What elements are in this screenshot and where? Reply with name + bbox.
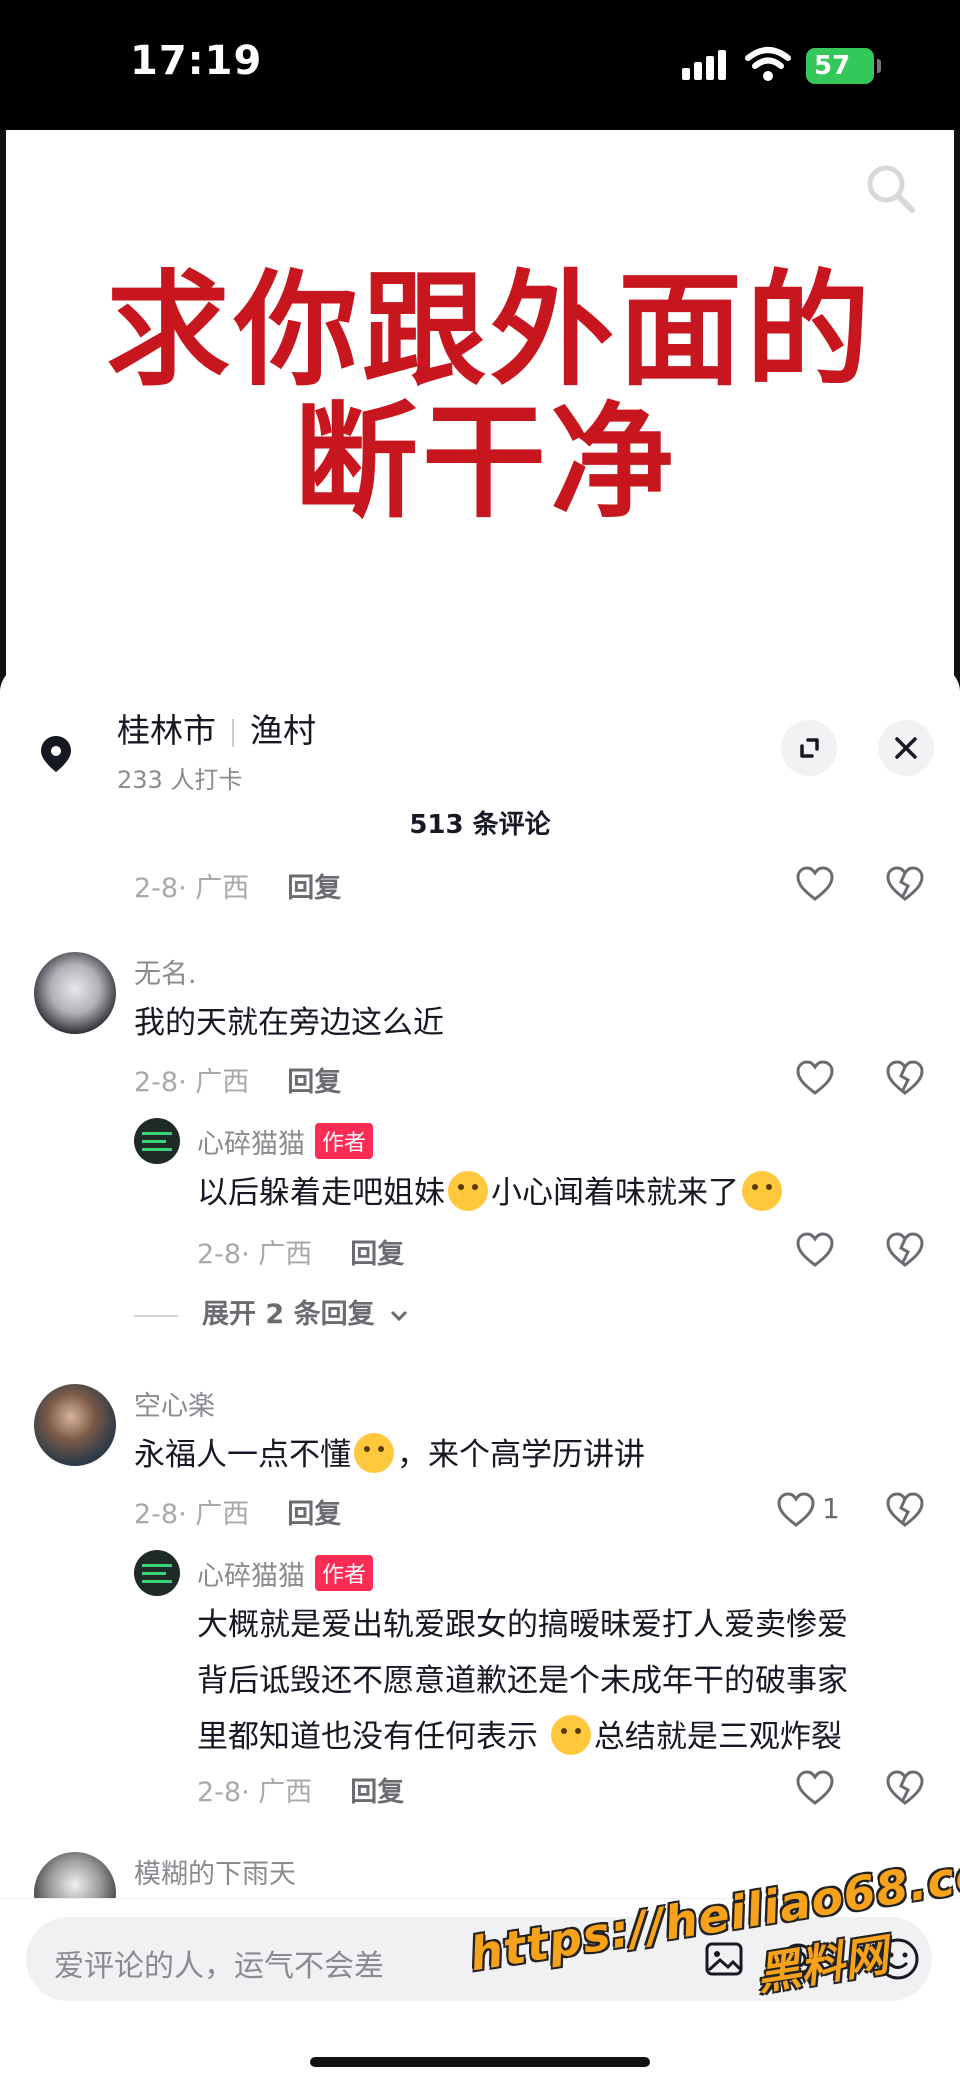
reply-button[interactable]: 回复 [350,1777,404,1808]
location-name[interactable]: 桂林市 渔村 [117,704,316,752]
avatar-pattern [142,1572,166,1575]
expand-replies-button[interactable]: 展开 2 条回复 [134,1292,410,1331]
cellular-signal-icon [682,50,732,80]
comment-region: · 广西 [178,873,250,904]
broken-heart-icon[interactable] [885,1060,925,1096]
video-headline: 求你跟外面的 断干净 [6,265,960,529]
heart-icon[interactable] [795,1060,835,1096]
reply-text-part: 总结就是三观炸裂 [593,1719,842,1755]
sick-face-emoji-icon [742,1171,782,1211]
comment-username[interactable]: 空心楽 [134,1384,215,1423]
comment-meta: 2-8· 广西 回复 [134,866,341,905]
reply-text-line-1: 大概就是爱出轨爱跟女的搞暧昧爱打人爱卖惨爱 [197,1607,848,1643]
reply-username-row: 心碎猫猫 作者 [197,1554,374,1593]
reply-region: · 广西 [241,1777,313,1808]
comment-text: 我的天就在旁边这么近 [134,1005,444,1041]
avatar[interactable] [134,1118,180,1164]
comment-input-placeholder: 爱评论的人，运气不会差 [54,1949,384,1984]
location-pin-icon [41,736,71,772]
reply-button[interactable]: 回复 [350,1239,404,1270]
status-bar: 17:19 57 [0,0,960,130]
home-indicator [310,2057,650,2067]
expand-button[interactable] [781,720,837,776]
video-preview[interactable]: 求你跟外面的 断干净 [0,130,960,690]
reply-region: · 广西 [241,1239,313,1270]
reply-username[interactable]: 心碎猫猫 [197,1561,305,1592]
author-badge: 作者 [315,1555,374,1591]
broken-heart-icon[interactable] [885,1770,925,1806]
heart-icon[interactable] [795,866,835,902]
battery-indicator: 57 [806,48,881,84]
reply-date: 2-8 [197,1239,242,1270]
reply-button[interactable]: 回复 [287,1499,341,1530]
heart-icon[interactable] [776,1492,816,1528]
avatar-pattern [142,1140,166,1143]
avatar-pattern [142,1148,172,1151]
comment-region: · 广西 [178,1067,250,1098]
location-city: 桂林市 [117,711,216,750]
comment-text: 永福人一点不懂 ，来个高学历讲讲 [134,1430,645,1480]
comment-text-part: 永福人一点不懂 [134,1437,351,1473]
comment-username[interactable]: 模糊的下雨天 [134,1852,296,1891]
comment-date: 2-8 [134,1067,179,1098]
reply-text-line-3: 里都知道也没有任何表示 总结就是三观炸裂 [197,1712,842,1762]
headline-line-2: 断干净 [293,391,678,535]
like-count: 1 [822,1492,840,1525]
expand-icon [800,738,819,758]
expand-divider [134,1314,178,1317]
location-row[interactable]: 桂林市 渔村 233 人打卡 [0,694,960,794]
comment-username[interactable]: 无名. [134,952,197,991]
battery-level: 57 [814,51,851,81]
reply-button[interactable]: 回复 [287,873,341,904]
search-icon[interactable] [862,160,918,216]
heart-icon[interactable] [795,1770,835,1806]
avatar[interactable] [34,952,116,1034]
location-place: 渔村 [250,711,316,750]
comment-panel: 桂林市 渔村 233 人打卡 513 条评论 2-8· 广西 回复 无名. 我的天就… [0,666,960,2081]
comment-meta: 2-8· 广西 回复 [134,1492,341,1531]
comment-region: · 广西 [178,1499,250,1530]
close-icon [895,737,917,759]
comment-count: 513 条评论 [409,810,551,840]
headline-line-1: 求你跟外面的 [105,259,874,403]
heart-icon[interactable] [795,1232,835,1268]
broken-heart-icon[interactable] [885,1232,925,1268]
reply-text-part: 小心闻着味就来了 [491,1175,739,1211]
comment-date: 2-8 [134,873,179,904]
close-button[interactable] [878,720,934,776]
reply-button[interactable]: 回复 [287,1067,341,1098]
chevron-down-icon [390,1310,408,1321]
avatar[interactable] [134,1550,180,1596]
grin-sweat-emoji-icon [448,1171,488,1211]
avatar-pattern [142,1132,172,1135]
checkin-count: 233 人打卡 [117,766,243,794]
grin-emoji-icon [354,1433,394,1473]
broken-heart-icon[interactable] [885,866,925,902]
avatar[interactable] [34,1384,116,1466]
comment-text-part: ，来个高学历讲讲 [397,1437,645,1473]
avatar-pattern [142,1580,172,1583]
reply-text-line-2: 背后诋毁还不愿意道歉还是个未成年干的破事家 [197,1663,848,1699]
reply-text: 以后躲着走吧姐妹 小心闻着味就来了 [197,1168,785,1218]
broken-heart-icon[interactable] [885,1492,925,1528]
reply-meta: 2-8· 广西 回复 [197,1232,404,1271]
comment-meta: 2-8· 广西 回复 [134,1060,341,1099]
reply-username-row: 心碎猫猫 作者 [197,1122,374,1161]
status-time: 17:19 [130,38,263,84]
crying-laugh-emoji-icon [550,1715,591,1755]
location-divider [232,718,234,747]
reply-text-part: 以后躲着走吧姐妹 [197,1175,445,1211]
expand-replies-label: 展开 2 条回复 [202,1299,375,1330]
comment-date: 2-8 [134,1499,179,1530]
reply-date: 2-8 [197,1777,242,1808]
reply-text-part: 里都知道也没有任何表示 [197,1719,548,1755]
wifi-icon [745,47,791,81]
reply-username[interactable]: 心碎猫猫 [197,1129,305,1160]
author-badge: 作者 [315,1123,374,1159]
avatar-pattern [142,1564,172,1567]
reply-meta: 2-8· 广西 回复 [197,1770,404,1809]
